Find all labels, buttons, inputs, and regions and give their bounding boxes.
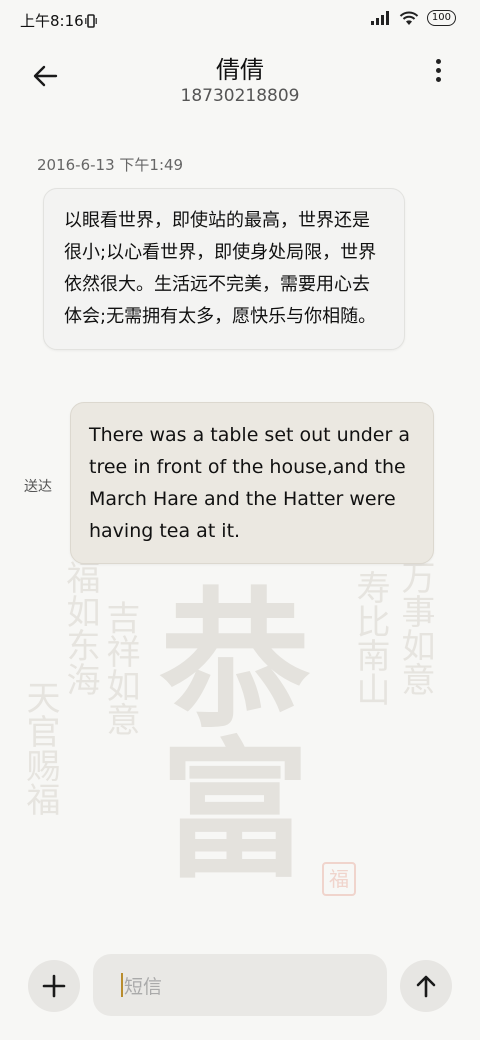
calligraphy-column: 天官赐福 xyxy=(20,680,60,816)
wifi-icon xyxy=(399,11,419,25)
message-timestamp: 2016-6-13 下午1:49 xyxy=(37,156,184,174)
contact-name: 倩倩 xyxy=(216,56,264,84)
outgoing-message-bubble[interactable]: There was a table set out under a tree i… xyxy=(70,402,434,564)
calligraphy-column: 万事如意 xyxy=(395,560,435,696)
background-calligraphy: 恭 富 福如东海 天官赐福 吉祥如意 寿比南山 万事如意 福 xyxy=(0,540,480,940)
status-time: 上午8:16 xyxy=(20,12,84,30)
calligraphy-column: 吉祥如意 xyxy=(100,600,140,736)
more-options-icon[interactable] xyxy=(428,56,448,92)
incoming-message-bubble[interactable]: 以眼看世界，即使站的最高，世界还是很小;以心看世界，即使身处局限，世界依然很大。… xyxy=(43,188,405,350)
conversation-header: 倩倩 18730218809 xyxy=(0,44,480,114)
calligraphy-column: 寿比南山 xyxy=(350,570,390,706)
calligraphy-column: 福如东海 xyxy=(60,560,100,696)
battery-icon: 100 xyxy=(426,10,456,26)
vibrate-icon xyxy=(85,14,97,28)
signal-icon xyxy=(370,11,389,25)
delivery-status: 送达 xyxy=(24,479,52,495)
message-input[interactable]: 短信 xyxy=(93,954,387,1016)
send-button[interactable] xyxy=(400,960,452,1012)
status-bar: 上午8:16 100 xyxy=(0,0,480,40)
add-attachment-button[interactable] xyxy=(28,960,80,1012)
plus-icon xyxy=(42,974,66,998)
send-arrow-icon xyxy=(416,975,436,998)
seal-stamp: 福 xyxy=(322,862,356,896)
calligraphy-char: 恭 xyxy=(160,573,311,749)
message-input-placeholder: 短信 xyxy=(124,975,163,998)
calligraphy-char: 富 xyxy=(160,723,311,899)
contact-phone-number: 18730218809 xyxy=(180,86,300,106)
text-caret xyxy=(121,973,123,997)
